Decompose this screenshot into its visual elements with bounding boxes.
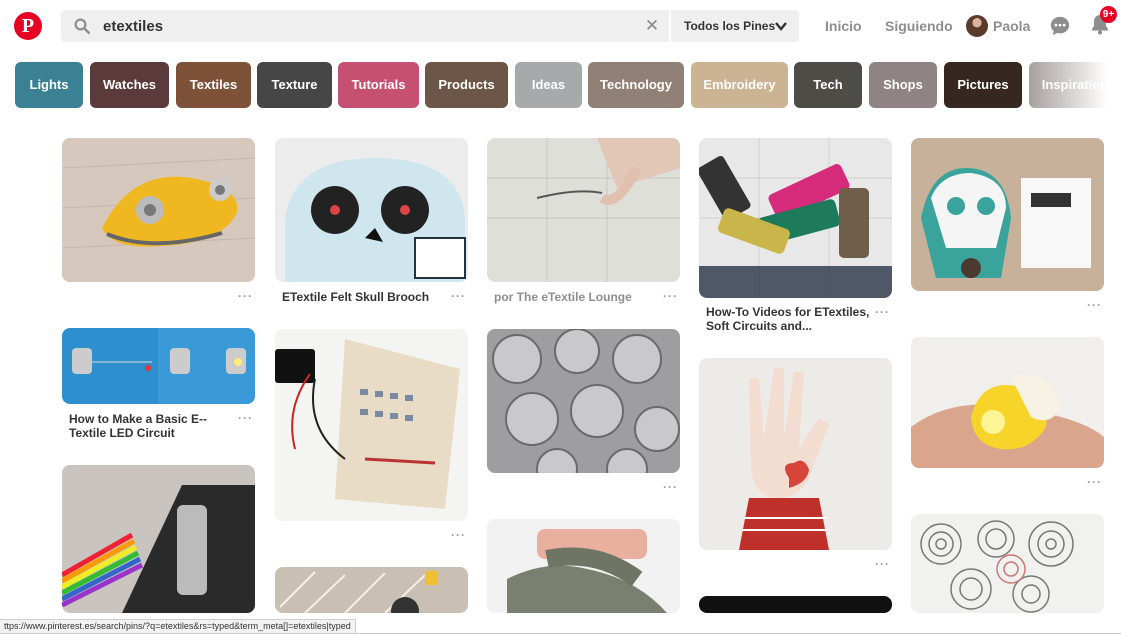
- guide-inspiration[interactable]: Inspiration: [1029, 62, 1121, 108]
- pin-more-options-icon[interactable]: ···: [663, 289, 678, 303]
- guide-label: Shops: [883, 77, 923, 92]
- pin-image[interactable]: [911, 138, 1104, 291]
- pin-image[interactable]: [275, 138, 468, 282]
- messages-icon[interactable]: [1049, 15, 1071, 37]
- search-guides-bar: Lights Watches Textiles Texture Tutorial…: [15, 62, 1121, 110]
- browser-status-url: ttps://www.pinterest.es/search/pins/?q=e…: [0, 619, 356, 634]
- top-header: P ✕ Todos los Pines Inicio Siguiendo Pao…: [0, 0, 1121, 52]
- guide-tech[interactable]: Tech: [794, 62, 862, 108]
- pin-more-options-icon[interactable]: ···: [238, 411, 253, 425]
- guide-label: Technology: [600, 77, 672, 92]
- search-scope-label: Todos los Pines: [684, 19, 776, 33]
- guide-label: Tech: [813, 77, 843, 92]
- pin-image[interactable]: [275, 329, 468, 521]
- pin-more-options-icon[interactable]: ···: [875, 557, 890, 571]
- pin-more-options-icon[interactable]: ···: [451, 289, 466, 303]
- pin-image[interactable]: [699, 138, 892, 298]
- guide-label: Watches: [103, 77, 156, 92]
- pin-title[interactable]: How to Make a Basic E-- Textile LED Circ…: [69, 412, 234, 440]
- guide-products[interactable]: Products: [425, 62, 508, 108]
- pin-attribution[interactable]: por The eTextile Lounge: [494, 290, 659, 304]
- pin-more-options-icon[interactable]: ···: [238, 289, 253, 303]
- clear-search-icon[interactable]: ✕: [642, 16, 662, 36]
- pinterest-logo-icon[interactable]: P: [14, 12, 42, 40]
- chevron-down-icon: [775, 22, 787, 31]
- pin-image[interactable]: [62, 138, 255, 282]
- nav-home-link[interactable]: Inicio: [825, 18, 862, 34]
- guide-label: Products: [438, 77, 495, 92]
- guide-label: Ideas: [531, 77, 566, 92]
- pin-image[interactable]: [487, 329, 680, 473]
- notifications-badge: 9+: [1100, 6, 1117, 23]
- guide-label: Texture: [271, 77, 318, 92]
- guide-label: Pictures: [957, 77, 1009, 92]
- search-bar[interactable]: ✕ Todos los Pines: [61, 10, 799, 42]
- pin-more-options-icon[interactable]: ···: [663, 480, 678, 494]
- search-input[interactable]: [103, 16, 643, 36]
- guide-technology[interactable]: Technology: [588, 62, 684, 108]
- pin-image[interactable]: [699, 596, 892, 613]
- pin-image[interactable]: [911, 514, 1104, 613]
- search-scope-dropdown[interactable]: Todos los Pines: [669, 10, 799, 42]
- pin-image[interactable]: [62, 328, 255, 404]
- pin-image[interactable]: [911, 337, 1104, 468]
- guide-pictures[interactable]: Pictures: [944, 62, 1022, 108]
- pin-title[interactable]: How-To Videos for ETextiles, Soft Circui…: [706, 305, 871, 333]
- guide-label: Lights: [29, 77, 69, 92]
- guide-tutorials[interactable]: Tutorials: [338, 62, 419, 108]
- pin-title[interactable]: ETextile Felt Skull Brooch: [282, 290, 442, 304]
- guide-shops[interactable]: Shops: [869, 62, 937, 108]
- pin-more-options-icon[interactable]: ···: [1087, 475, 1102, 489]
- guide-embroidery[interactable]: Embroidery: [691, 62, 788, 108]
- guide-label: Textiles: [189, 77, 238, 92]
- pin-image[interactable]: [487, 519, 680, 613]
- nav-following-link[interactable]: Siguiendo: [885, 18, 953, 34]
- pin-more-options-icon[interactable]: ···: [451, 528, 466, 542]
- avatar: [966, 15, 988, 37]
- search-icon: [74, 18, 91, 35]
- profile-name: Paola: [993, 18, 1031, 34]
- pin-image[interactable]: [275, 567, 468, 613]
- pin-more-options-icon[interactable]: ···: [875, 305, 890, 319]
- pin-image[interactable]: [699, 358, 892, 550]
- pin-more-options-icon[interactable]: ···: [1087, 298, 1102, 312]
- guide-label: Embroidery: [703, 77, 776, 92]
- guide-ideas[interactable]: Ideas: [515, 62, 582, 108]
- guide-texture[interactable]: Texture: [257, 62, 332, 108]
- pin-image[interactable]: [487, 138, 680, 282]
- guide-lights[interactable]: Lights: [15, 62, 83, 108]
- guide-label: Inspiration: [1041, 77, 1109, 92]
- guide-watches[interactable]: Watches: [90, 62, 169, 108]
- pin-image[interactable]: [62, 465, 255, 613]
- guide-textiles[interactable]: Textiles: [176, 62, 251, 108]
- guide-label: Tutorials: [351, 77, 406, 92]
